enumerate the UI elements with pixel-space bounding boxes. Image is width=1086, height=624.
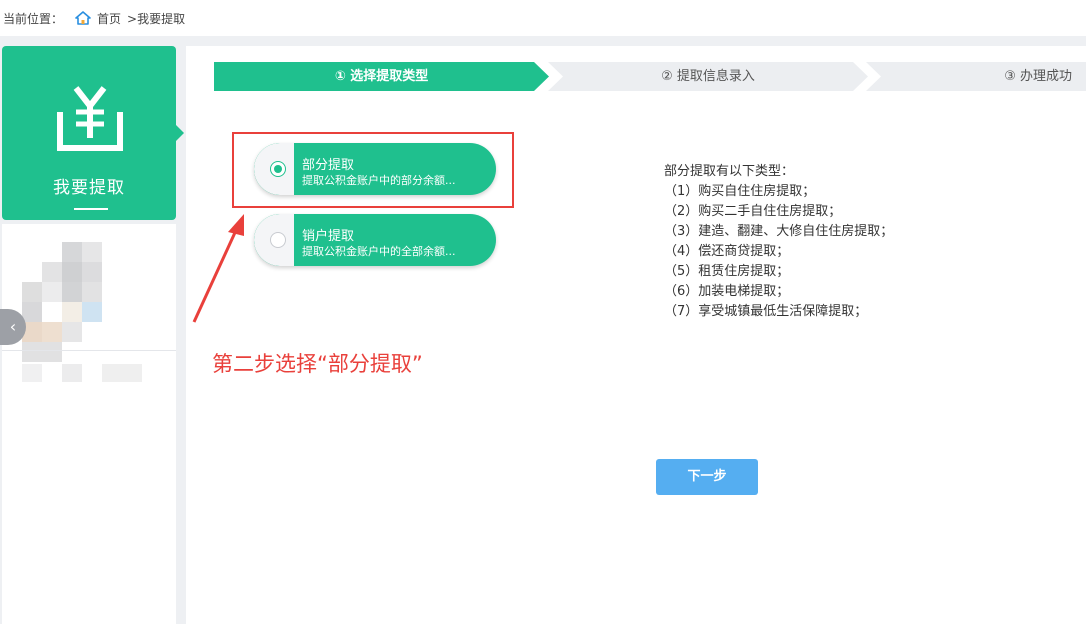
sidebar-item-label: 我要提取 — [53, 178, 125, 198]
breadcrumb-home-link[interactable]: 首页 — [97, 10, 121, 27]
description-item: （5）租赁住房提取； — [664, 264, 790, 279]
description-item: （6）加装电梯提取； — [664, 284, 790, 299]
active-indicator — [74, 208, 108, 210]
next-step-button[interactable]: 下一步 — [656, 459, 758, 495]
sidebar-blurred-content — [2, 224, 176, 624]
step-3: ③ 办理成功 — [866, 62, 1086, 91]
breadcrumb-current: >我要提取 — [127, 11, 186, 26]
step-2: ② 提取信息录入 — [548, 62, 868, 91]
description-item: （4）偿还商贷提取； — [664, 244, 790, 259]
description-item: （7）享受城镇最低生活保障提取； — [664, 304, 868, 319]
step-1-active: ① 选择提取类型 — [214, 62, 549, 91]
sidebar: 我要提取 ‹ — [0, 46, 186, 624]
option-title: 销户提取 — [302, 229, 355, 244]
home-icon[interactable] — [75, 11, 91, 25]
option-account-closure-withdrawal[interactable]: 销户提取 提取公积金账户中的全部余额... — [254, 214, 496, 266]
sidebar-item-withdraw[interactable]: 我要提取 — [2, 46, 184, 220]
description-item: （3）建造、翻建、大修自住住房提取； — [664, 224, 894, 239]
yen-withdraw-icon — [57, 86, 123, 151]
description-heading: 部分提取有以下类型： — [664, 164, 795, 179]
withdrawal-type-description: 部分提取有以下类型： （1）购买自住住房提取； （2）购买二手自住住房提取； （… — [664, 162, 893, 322]
sidebar-divider — [2, 350, 176, 351]
radio-unselected[interactable] — [270, 232, 286, 248]
option-subtitle: 提取公积金账户中的全部余额... — [302, 245, 456, 258]
step-progress: ① 选择提取类型 ② 提取信息录入 ③ 办理成功 — [214, 62, 1086, 91]
description-item: （2）购买二手自住住房提取； — [664, 204, 842, 219]
annotation-text: 第二步选择“部分提取” — [212, 352, 423, 376]
chevron-left-icon: ‹ — [9, 317, 17, 336]
header-divider — [0, 36, 1086, 46]
breadcrumb: 当前位置： 首页 >我要提取 — [0, 0, 1086, 36]
annotation-arrow-icon — [192, 214, 244, 323]
active-pointer — [176, 125, 184, 141]
breadcrumb-prefix: 当前位置： — [3, 11, 64, 26]
highlight-box — [232, 132, 514, 208]
main-panel: ① 选择提取类型 ② 提取信息录入 ③ 办理成功 部分提取 提取公积金账户中的部… — [186, 46, 1086, 624]
description-item: （1）购买自住住房提取； — [664, 184, 816, 199]
